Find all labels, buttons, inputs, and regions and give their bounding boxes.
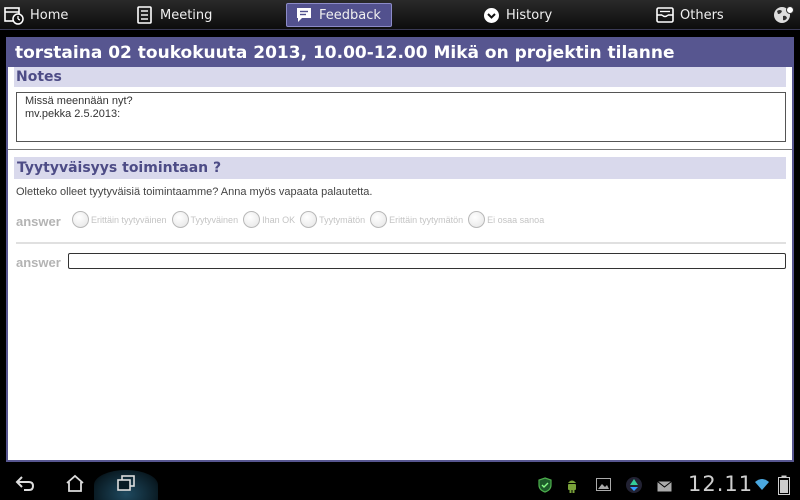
app-window: Home Meeting Feedback History Others tor… — [0, 0, 800, 500]
question-heading: Tyytyväisyys toimintaan ? — [14, 157, 786, 179]
shield-icon — [537, 477, 553, 498]
radio-button[interactable] — [300, 211, 318, 228]
section-divider — [8, 149, 792, 150]
recent-apps-button[interactable] — [94, 470, 158, 500]
globe-settings-icon — [773, 5, 795, 25]
tab-home[interactable]: Home — [4, 3, 68, 27]
tab-others-label: Others — [680, 7, 724, 23]
radio-option[interactable]: Ei osaa sanoa — [468, 211, 544, 228]
inbox-icon — [656, 7, 674, 23]
calendar-clock-icon — [4, 5, 24, 25]
radio-label: Tyytyväinen — [190, 214, 239, 225]
document-icon — [136, 6, 154, 24]
recycle-icon — [625, 476, 643, 499]
tab-home-label: Home — [30, 7, 69, 23]
question-description: Oletteko olleet tyytyväisiä toimintaamme… — [16, 186, 373, 198]
radio-button[interactable] — [468, 211, 486, 228]
back-icon — [14, 475, 36, 496]
answer-radio-group: Erittäin tyytyväinen Tyytyväinen Ihan OK… — [72, 211, 549, 228]
back-button[interactable] — [8, 470, 42, 500]
globe-settings-button[interactable] — [773, 3, 795, 27]
radio-option[interactable]: Ihan OK — [243, 211, 295, 228]
free-answer-input[interactable] — [68, 253, 786, 269]
tab-feedback-label: Feedback — [319, 7, 381, 23]
status-clock: 12.11 — [688, 472, 754, 496]
home-button[interactable] — [58, 470, 92, 500]
radio-option[interactable]: Erittäin tyytymätön — [370, 211, 463, 228]
tab-others[interactable]: Others — [656, 3, 724, 27]
home-icon — [65, 474, 85, 497]
tab-meeting[interactable]: Meeting — [136, 3, 212, 27]
radio-option[interactable]: Erittäin tyytyväinen — [72, 211, 167, 228]
radio-button[interactable] — [243, 211, 261, 228]
action-bar: Home Meeting Feedback History Others — [0, 0, 800, 30]
radio-option[interactable]: Tyytymätön — [300, 211, 365, 228]
radio-label: Erittäin tyytymätön — [389, 214, 464, 225]
notes-heading: Notes — [14, 67, 786, 87]
radio-label: Erittäin tyytyväinen — [91, 214, 167, 225]
chevron-down-circle-icon — [483, 7, 500, 24]
answer-label: answer — [16, 214, 61, 229]
tab-history[interactable]: History — [483, 3, 552, 27]
mail-icon — [657, 479, 672, 497]
image-icon — [596, 478, 611, 496]
radio-label: Ei osaa sanoa — [487, 214, 545, 225]
recent-apps-icon — [116, 474, 136, 496]
meeting-feedback-panel: torstaina 02 toukokuuta 2013, 10.00-12.0… — [6, 37, 794, 462]
free-answer-label: answer — [16, 255, 61, 270]
radio-option[interactable]: Tyytyväinen — [171, 211, 239, 228]
tab-history-label: History — [506, 7, 553, 23]
speech-bubble-icon — [295, 6, 313, 24]
radio-button[interactable] — [171, 211, 189, 228]
radio-label: Ihan OK — [262, 214, 296, 225]
tab-feedback[interactable]: Feedback — [286, 3, 392, 27]
answer-divider — [16, 242, 786, 244]
android-icon — [565, 477, 579, 498]
radio-label: Tyytymätön — [319, 214, 366, 225]
meeting-title: torstaina 02 toukokuuta 2013, 10.00-12.0… — [8, 39, 792, 67]
tab-meeting-label: Meeting — [160, 7, 213, 23]
system-bar: 12.11 — [0, 470, 800, 500]
notes-textarea[interactable]: Missä meennään nyt? mv.pekka 2.5.2013: — [16, 92, 786, 142]
radio-button[interactable] — [370, 211, 388, 228]
wifi-icon — [754, 478, 770, 496]
battery-icon — [778, 475, 790, 500]
radio-button[interactable] — [72, 211, 89, 228]
